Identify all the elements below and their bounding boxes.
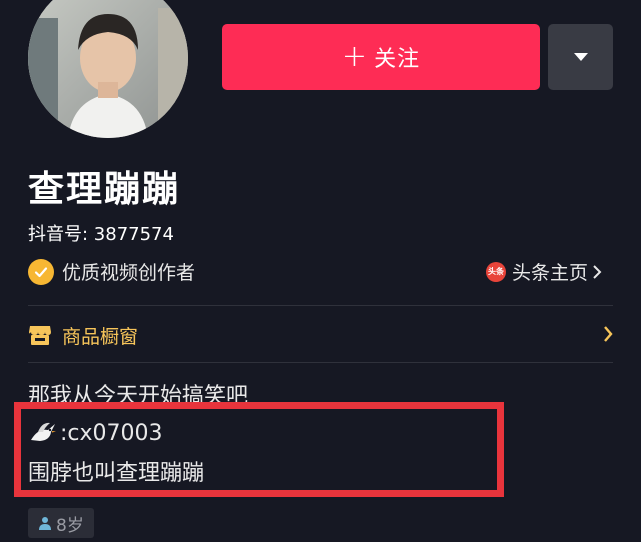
shop-window-entry[interactable]: 商品橱窗	[28, 320, 613, 350]
triangle-down-icon	[573, 53, 588, 61]
divider	[28, 362, 613, 363]
toutiao-link-label: 头条主页	[512, 262, 589, 284]
person-icon	[39, 517, 51, 530]
highlight-box	[14, 402, 504, 497]
verified-badge[interactable]: 优质视频创作者	[28, 258, 195, 285]
more-options-button[interactable]	[548, 24, 613, 90]
shop-window-label: 商品橱窗	[62, 325, 139, 348]
profile-page: + 关注 查理蹦蹦 抖音号: 3877574 优质视频创作者 头条 头条主页 商…	[0, 0, 641, 542]
douyin-id: 抖音号: 3877574	[28, 224, 174, 245]
avatar[interactable]	[28, 0, 188, 138]
toutiao-logo-icon: 头条	[486, 261, 506, 282]
bio-line: 那我从今天开始搞笑吧	[28, 384, 249, 402]
chevron-right-icon	[593, 264, 602, 279]
age-tag: 8岁	[28, 508, 94, 538]
divider	[28, 305, 613, 306]
toutiao-homepage-link[interactable]: 头条 头条主页	[486, 258, 602, 285]
follow-button[interactable]: + 关注	[222, 24, 540, 90]
chevron-right-icon	[604, 326, 613, 342]
follow-label: 关注	[374, 47, 421, 72]
age-label: 8岁	[56, 515, 84, 536]
profile-nickname: 查理蹦蹦	[28, 169, 181, 210]
plus-icon: +	[341, 39, 369, 74]
verified-label: 优质视频创作者	[62, 262, 196, 284]
storefront-icon	[29, 326, 51, 345]
check-badge-icon	[28, 258, 54, 285]
